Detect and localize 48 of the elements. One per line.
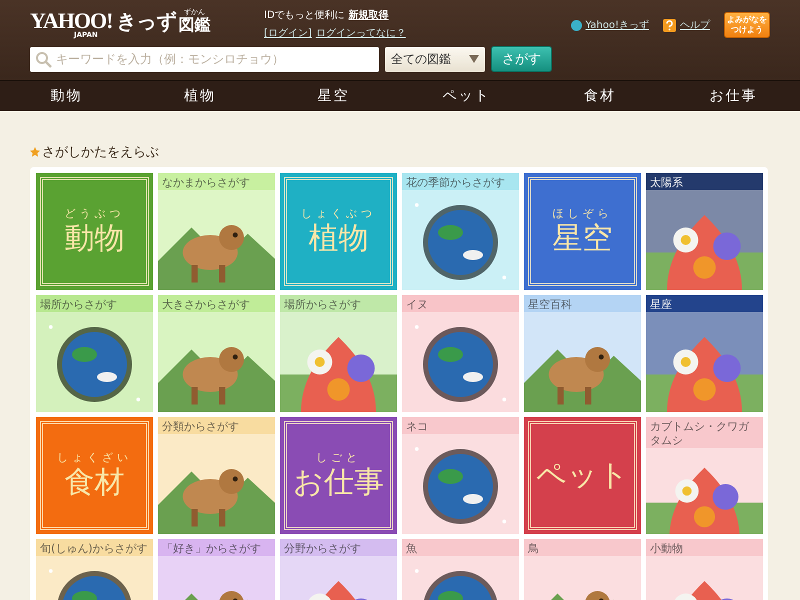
search-tile[interactable]: 大きさからさがす: [158, 295, 275, 412]
search-tile[interactable]: 分野からさがす: [280, 539, 397, 600]
nav-item[interactable]: 星空: [266, 81, 400, 111]
signup-link[interactable]: 新規取得: [348, 8, 389, 22]
scope-dropdown[interactable]: 全ての図鑑: [385, 46, 485, 72]
nav-item[interactable]: お仕事: [666, 81, 800, 111]
search-tile[interactable]: 旬(しゅん)からさがす: [36, 539, 153, 600]
search-tile[interactable]: 星座: [646, 295, 763, 412]
category-tile[interactable]: どうぶつ 動物: [36, 173, 153, 290]
header-link[interactable]: ヘルプ: [680, 18, 710, 32]
nav-item[interactable]: 植物: [133, 81, 267, 111]
category-tile[interactable]: しごと お仕事: [280, 417, 397, 534]
search-field[interactable]: キーワードを入力（例：モンシロチョウ）: [30, 46, 379, 72]
furigana-button[interactable]: よみがなを つけよう: [724, 12, 770, 38]
search-tile[interactable]: 星空百科: [524, 295, 641, 412]
search-tile[interactable]: 花の季節からさがす: [402, 173, 519, 290]
account-text: IDでもっと便利に: [264, 8, 345, 22]
login-help-link[interactable]: ログインってなに？: [316, 26, 406, 40]
help-icon[interactable]: [663, 18, 676, 32]
logo-book: 図鑑: [178, 16, 210, 34]
search-tile[interactable]: 場所からさがす: [36, 295, 153, 412]
nav-item[interactable]: 動物: [0, 81, 134, 111]
header-link[interactable]: Yahoo!きっず: [586, 18, 649, 32]
category-tile[interactable]: しょくざい 食材: [36, 417, 153, 534]
nav-item[interactable]: 食材: [533, 81, 667, 111]
search-tile[interactable]: 鳥: [524, 539, 641, 600]
search-tile[interactable]: 「好き」からさがす: [158, 539, 275, 600]
search-tile[interactable]: イヌ: [402, 295, 519, 412]
search-tile[interactable]: 場所からさがす: [280, 295, 397, 412]
search-tile[interactable]: 魚: [402, 539, 519, 600]
logo-text[interactable]: YAHOO!: [30, 10, 112, 32]
star-icon: [30, 147, 40, 157]
logo-kids: きっず: [116, 10, 176, 32]
search-tile[interactable]: ネコ: [402, 417, 519, 534]
search-icon: [35, 50, 53, 68]
section-title: さがしかたをえらぶ: [42, 144, 159, 161]
category-tile[interactable]: ペット: [524, 417, 641, 534]
login-link[interactable]: [ログイン]: [264, 26, 312, 40]
kids-site-icon[interactable]: [570, 20, 582, 30]
search-tile[interactable]: 太陽系: [646, 173, 763, 290]
search-tile[interactable]: 小動物: [646, 539, 763, 600]
search-tile[interactable]: カブトムシ・クワガタムシ: [646, 417, 763, 534]
search-tile[interactable]: なかまからさがす: [158, 173, 275, 290]
search-tile[interactable]: 分類からさがす: [158, 417, 275, 534]
search-button[interactable]: さがす: [491, 46, 552, 72]
category-tile[interactable]: ほしぞら 星空: [524, 173, 641, 290]
nav-item[interactable]: ペット: [400, 81, 534, 111]
caret-icon: [469, 55, 479, 63]
